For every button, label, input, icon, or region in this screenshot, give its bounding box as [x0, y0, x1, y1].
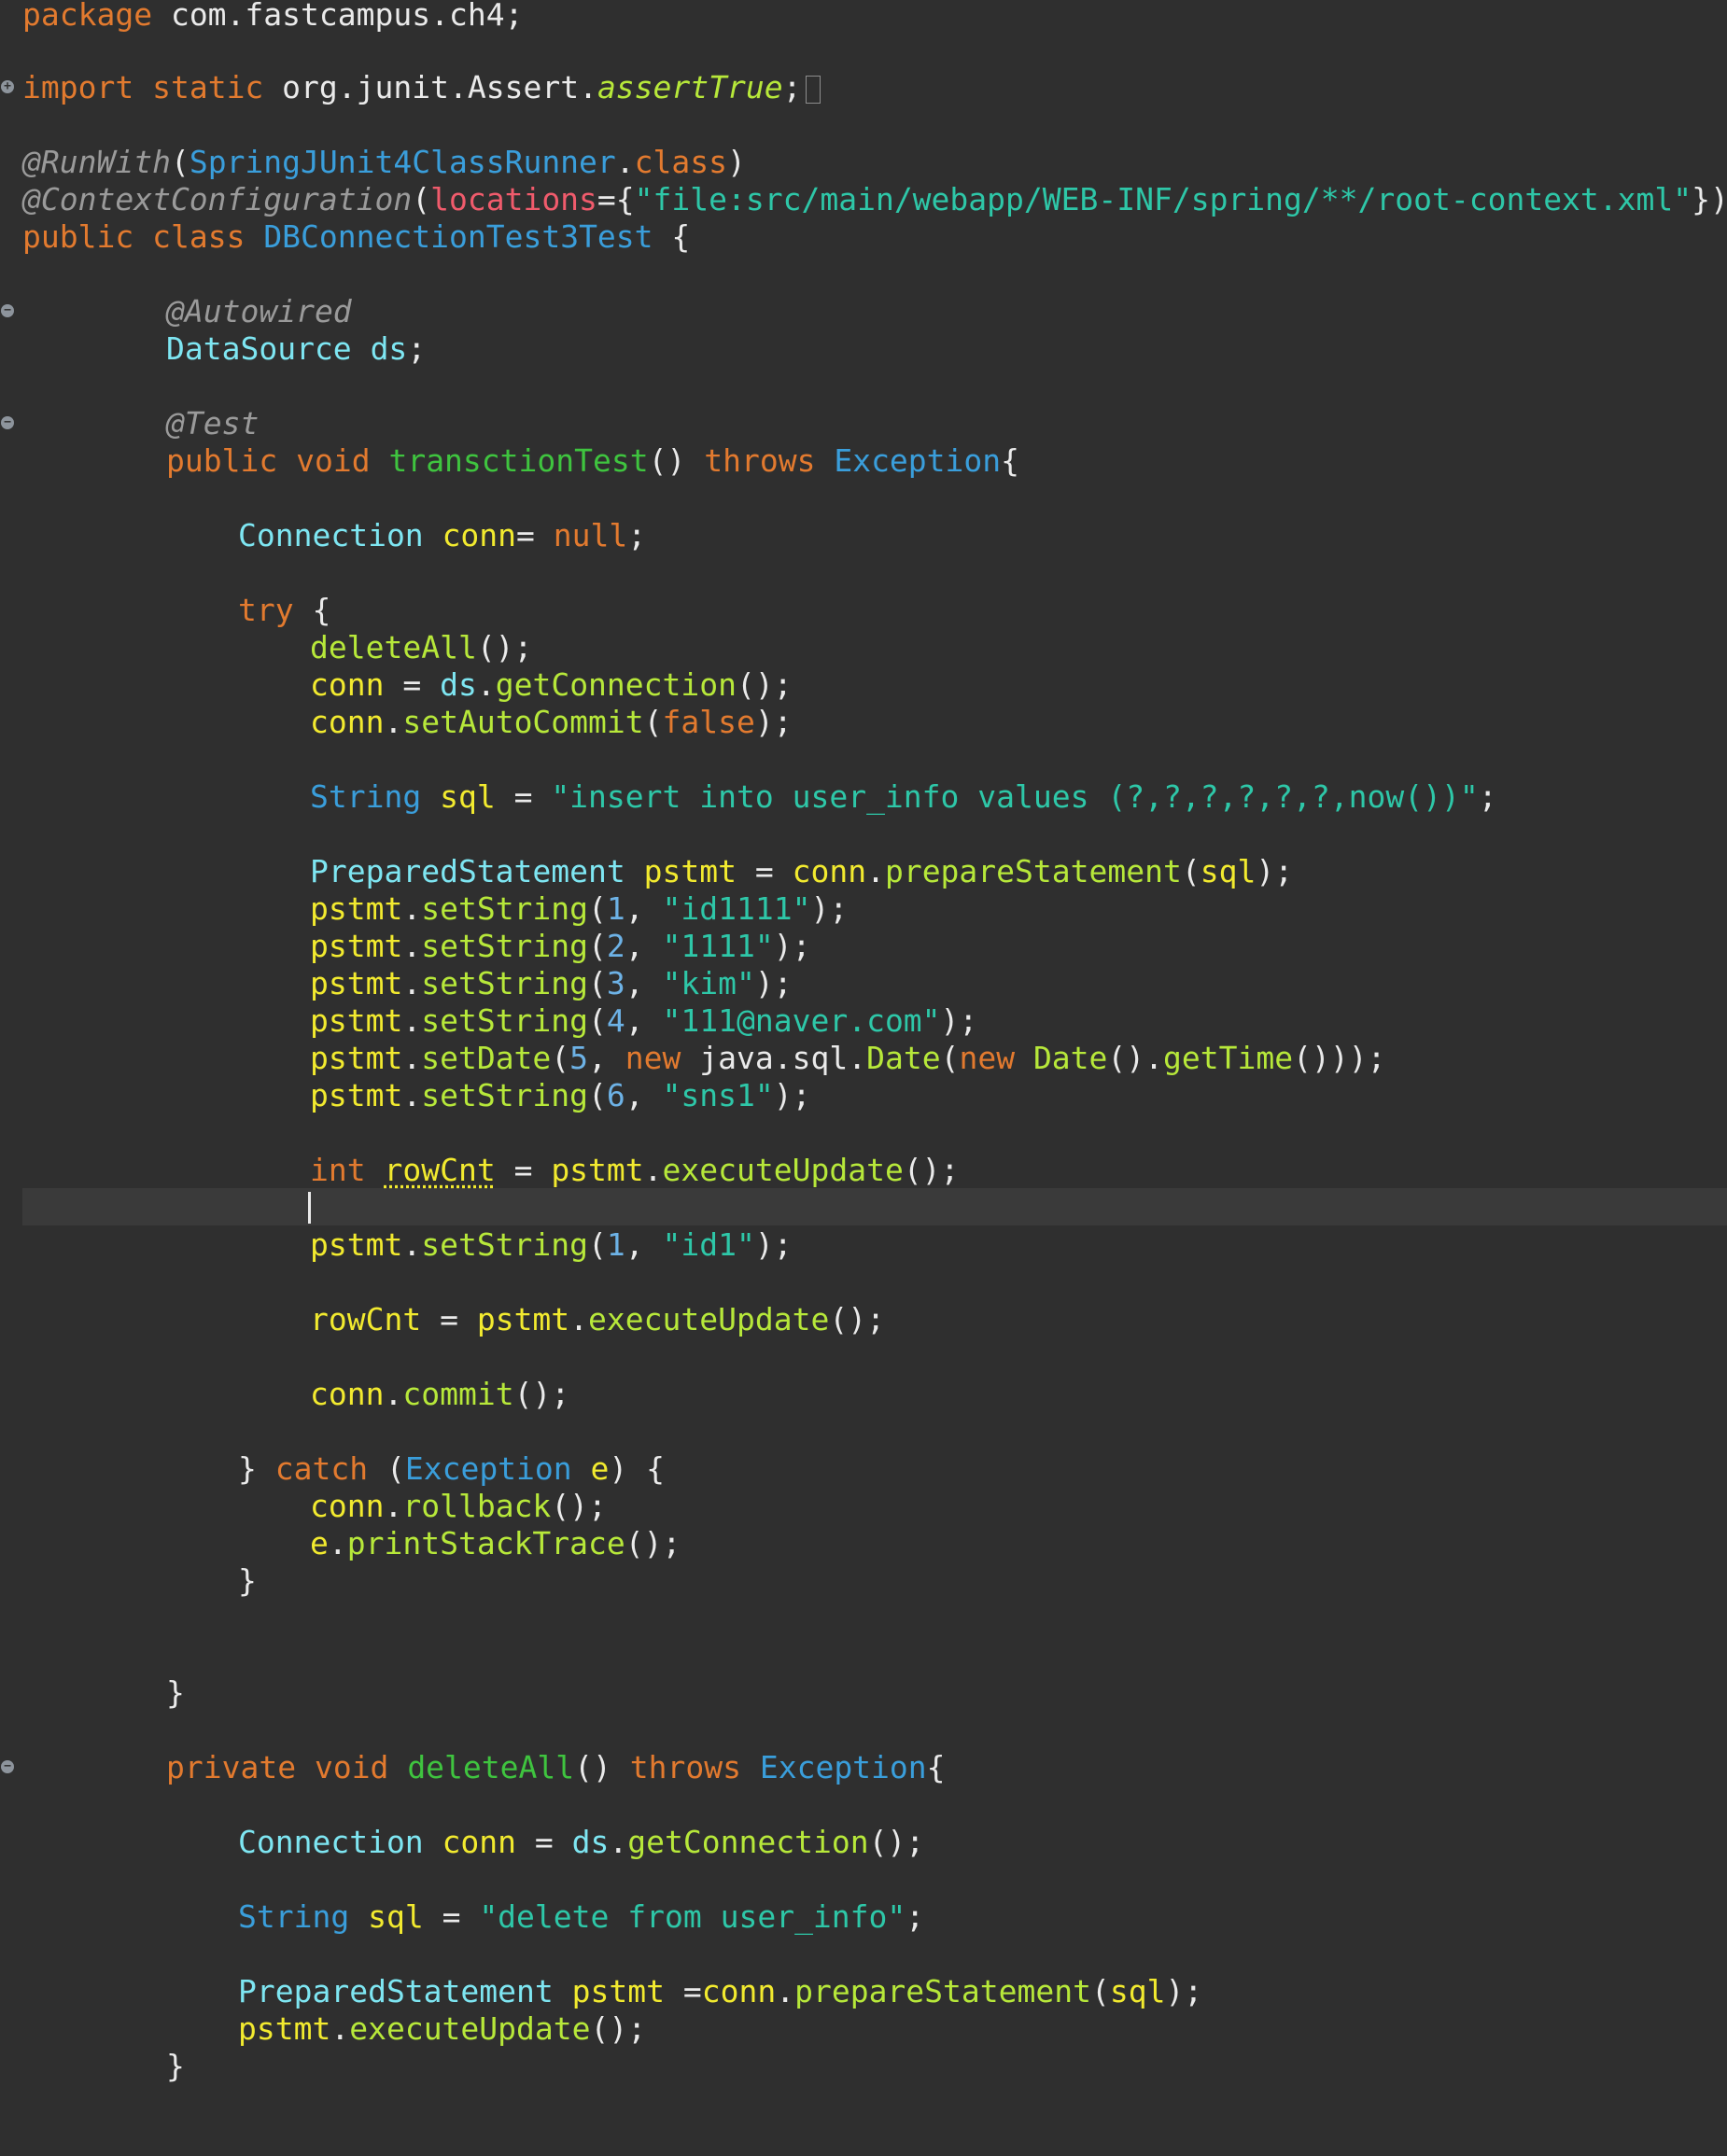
code-line-test-annotation: @Test [166, 405, 260, 441]
code-line-connection-declaration: Connection conn = ds.getConnection(); [238, 1824, 925, 1860]
code-line-class-declaration: public class DBConnectionTest3Test { [22, 218, 691, 255]
code-line-rowcnt-assign: rowCnt = pstmt.executeUpdate(); [310, 1301, 885, 1337]
code-line-datasource-field: DataSource ds; [166, 330, 427, 367]
expand-fold-icon[interactable]: + [1, 80, 14, 93]
code-line-connection-declaration: Connection conn= null; [238, 517, 647, 553]
code-line-delete-all-signature: private void deleteAll() throws Exceptio… [166, 1749, 946, 1785]
code-line-runwith: @RunWith(SpringJUnit4ClassRunner.class) [22, 144, 746, 180]
code-line-set-string: pstmt.setString(4, "111@naver.com"); [310, 1002, 978, 1039]
code-line-set-date: pstmt.setDate(5, new java.sql.Date(new D… [310, 1040, 1386, 1076]
code-line-set-string: pstmt.setString(1, "id1"); [310, 1226, 793, 1263]
code-line-close-brace: } [166, 1674, 185, 1711]
code-line-package: package com.fastcampus.ch4; [22, 0, 524, 33]
code-line-test-method-signature: public void transctionTest() throws Exce… [166, 442, 1020, 479]
collapse-fold-icon[interactable]: − [1, 1760, 14, 1773]
code-line-catch: } catch (Exception e) { [238, 1450, 666, 1487]
text-cursor [308, 1192, 311, 1224]
code-line-close-brace: } [166, 2048, 185, 2084]
code-line-prepare-statement: PreparedStatement pstmt =conn.prepareSta… [238, 1973, 1203, 2009]
code-line-rowcnt-declaration: int rowCnt = pstmt.executeUpdate(); [310, 1152, 960, 1188]
code-line-set-auto-commit: conn.setAutoCommit(false); [310, 704, 793, 740]
code-line-set-string: pstmt.setString(3, "kim"); [310, 965, 793, 1001]
code-line-sql-delete: String sql = "delete from user_info"; [238, 1898, 925, 1935]
code-line-prepare-statement: PreparedStatement pstmt = conn.prepareSt… [310, 853, 1294, 889]
code-line-get-connection: conn = ds.getConnection(); [310, 666, 793, 703]
code-line-sql-insert: String sql = "insert into user_info valu… [310, 778, 1497, 815]
code-line-rollback: conn.rollback(); [310, 1488, 607, 1524]
code-line-context-configuration: @ContextConfiguration(locations={"file:s… [22, 181, 1727, 217]
editor-gutter: + − − − [0, 0, 21, 2156]
unused-variable-warning: rowCnt [384, 1152, 496, 1188]
current-line-highlight [22, 1188, 1727, 1225]
collapsed-imports-icon[interactable] [805, 75, 821, 104]
code-line-close-brace: } [238, 1562, 257, 1599]
code-line-commit: conn.commit(); [310, 1376, 570, 1412]
collapse-fold-icon[interactable]: − [1, 304, 14, 317]
code-line-try: try { [238, 592, 331, 628]
code-line-execute-update: pstmt.executeUpdate(); [238, 2010, 647, 2047]
code-line-print-stack-trace: e.printStackTrace(); [310, 1525, 681, 1561]
code-line-autowired: @Autowired [166, 293, 352, 329]
code-line-set-string: pstmt.setString(2, "1111"); [310, 928, 811, 964]
code-editor[interactable]: + − − − package com.fastcampus.ch4; impo… [0, 0, 1727, 2156]
code-line-import: import static org.junit.Assert.assertTru… [22, 69, 821, 106]
code-line-delete-all-call: deleteAll(); [310, 629, 533, 665]
code-line-set-string: pstmt.setString(1, "id1111"); [310, 890, 849, 927]
collapse-fold-icon[interactable]: − [1, 416, 14, 429]
code-line-set-string: pstmt.setString(6, "sns1"); [310, 1077, 811, 1113]
